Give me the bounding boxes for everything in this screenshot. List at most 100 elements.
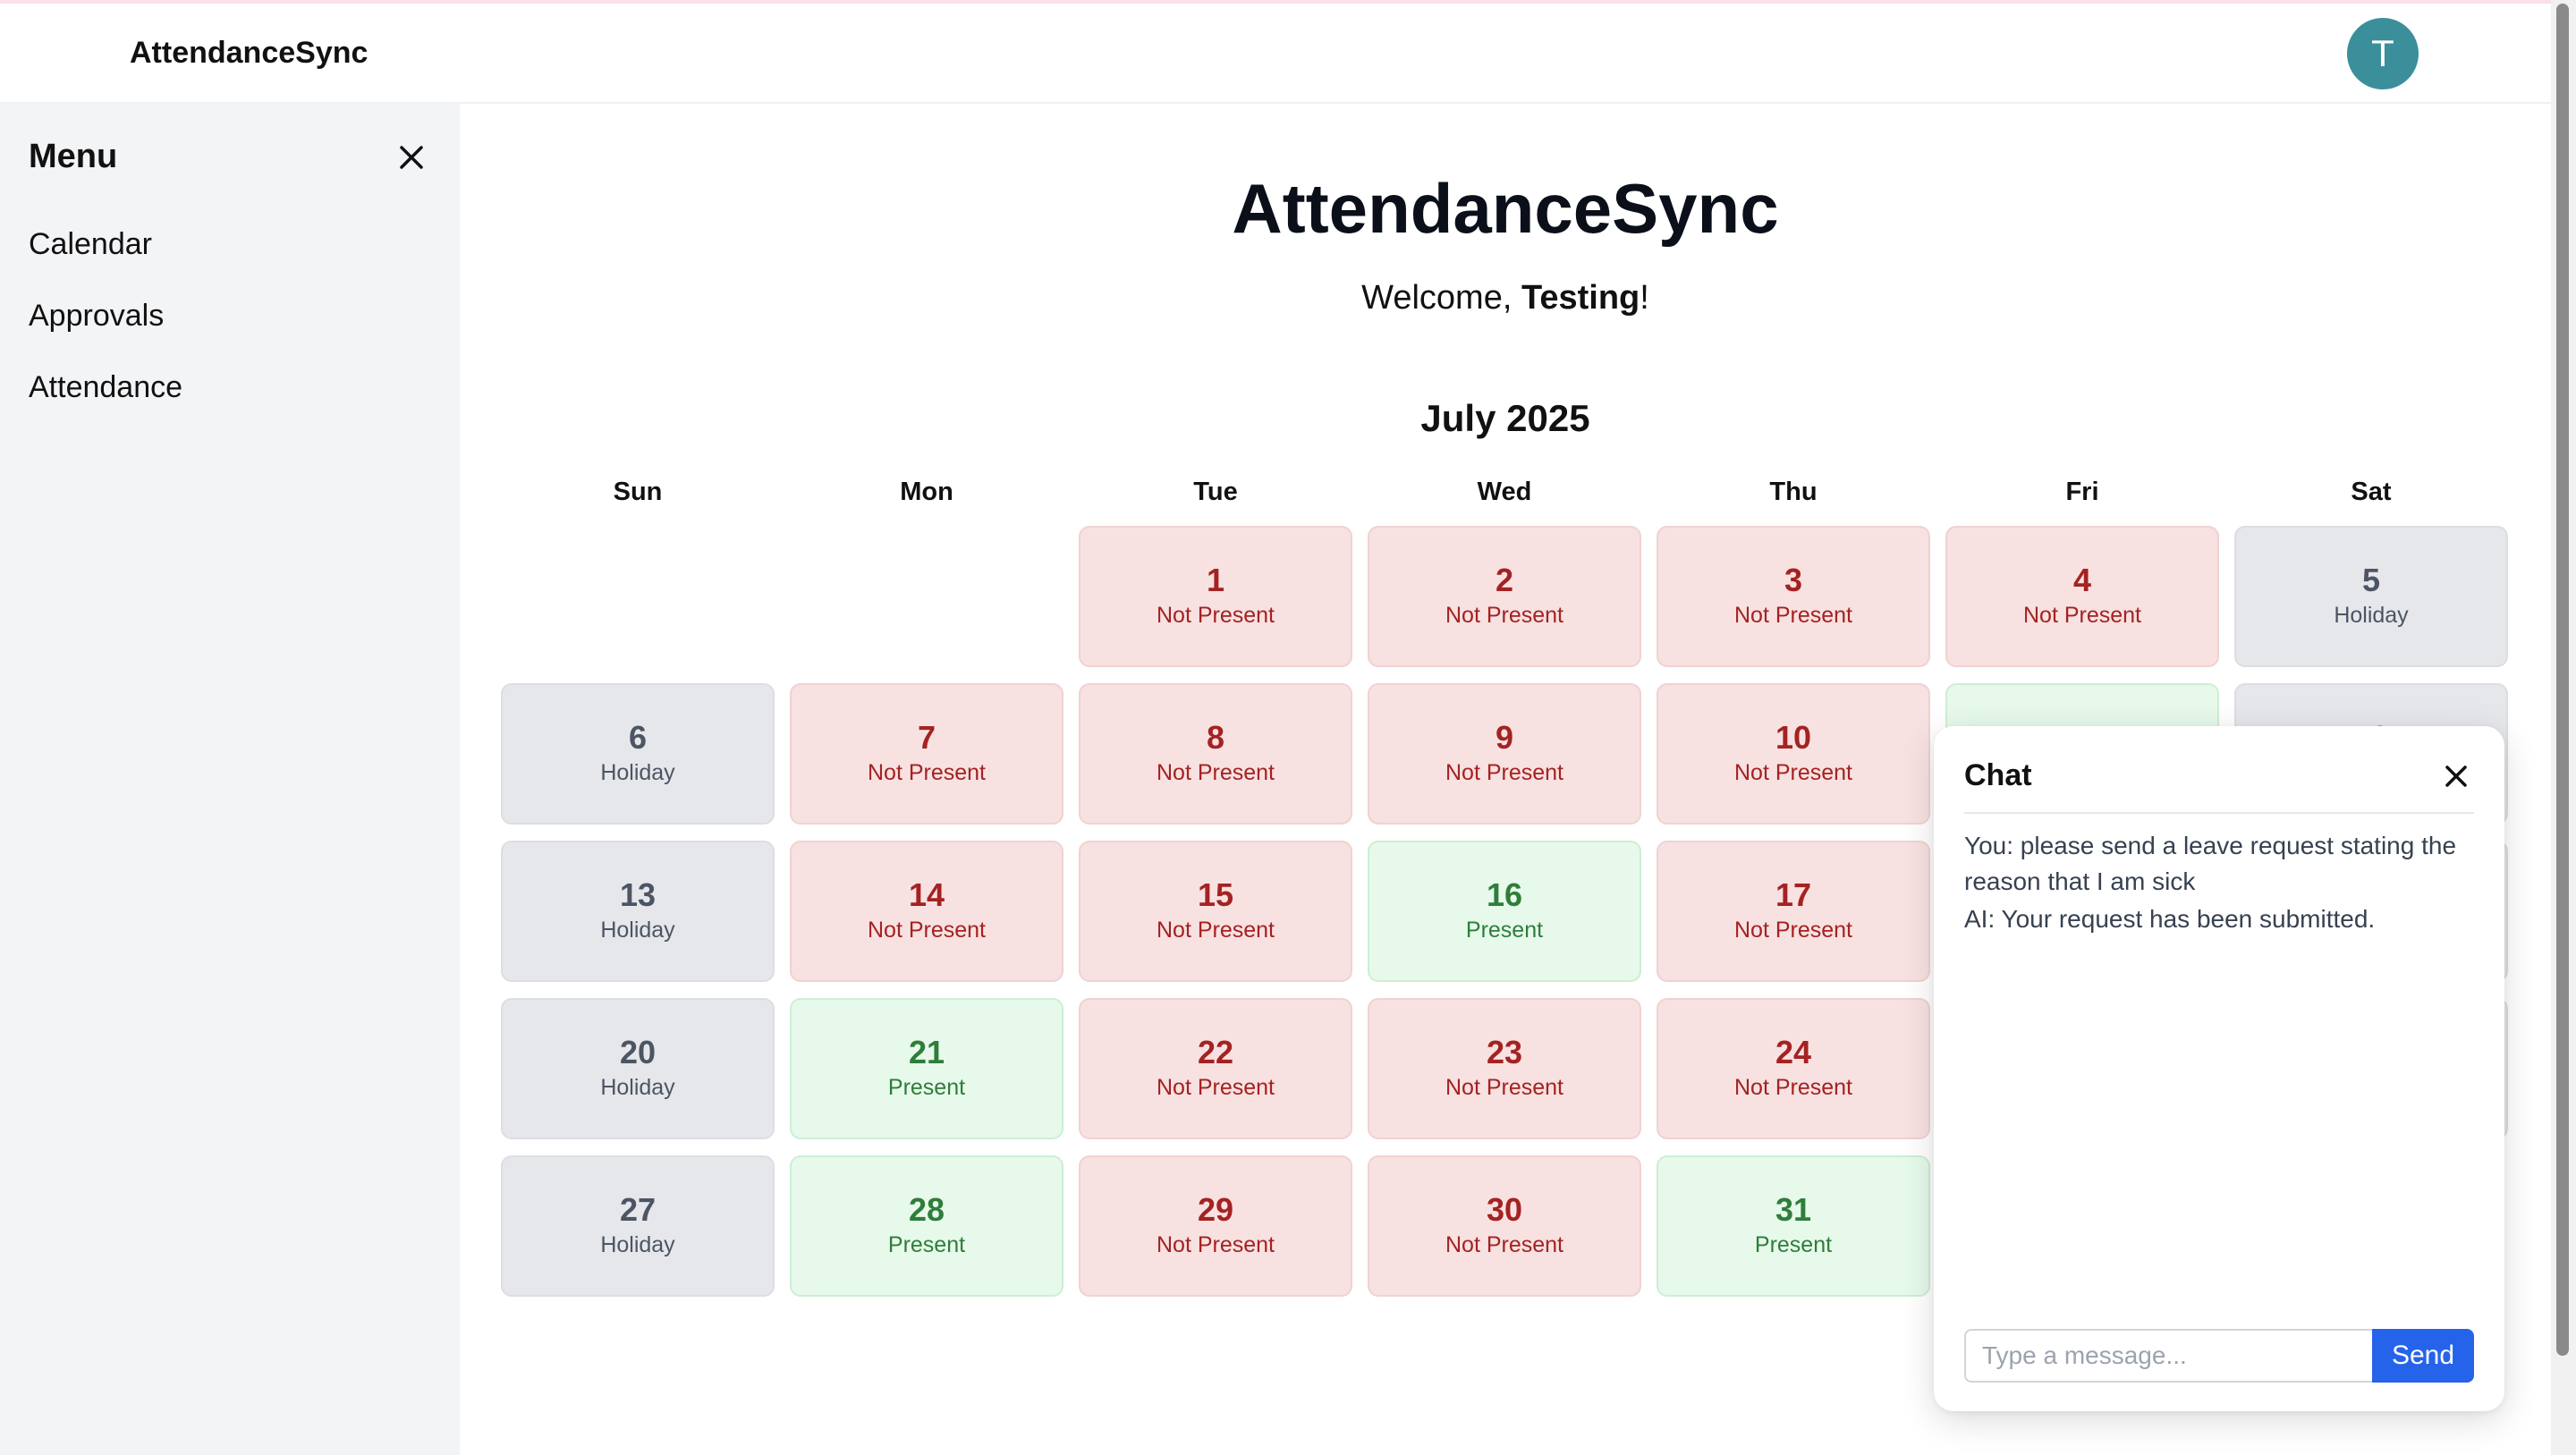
day-status: Not Present xyxy=(1445,760,1563,785)
day-status: Not Present xyxy=(1733,918,1852,943)
day-number: 16 xyxy=(1486,876,1523,913)
chat-message-ai: AI: Your request has been submitted. xyxy=(1964,905,2376,933)
calendar-day[interactable]: 13 Holiday xyxy=(501,841,775,982)
weekday-header: Wed xyxy=(1477,478,1532,506)
page-scrollbar[interactable] xyxy=(2551,0,2576,1455)
calendar-day[interactable]: 1 Not Present xyxy=(1079,526,1352,667)
brand-name[interactable]: AttendanceSync xyxy=(130,36,368,71)
calendar-day[interactable]: 27 Holiday xyxy=(501,1155,775,1297)
day-number: 29 xyxy=(1197,1191,1234,1228)
calendar-day[interactable]: 3 Not Present xyxy=(1657,526,1930,667)
day-number: 30 xyxy=(1486,1191,1523,1228)
day-status: Not Present xyxy=(1445,1075,1563,1100)
day-status: Not Present xyxy=(1156,918,1275,943)
day-status: Not Present xyxy=(1156,603,1275,628)
calendar-day[interactable]: 21 Present xyxy=(790,998,1063,1139)
calendar-day[interactable]: 30 Not Present xyxy=(1368,1155,1641,1297)
day-status: Not Present xyxy=(1733,603,1852,628)
day-number: 22 xyxy=(1197,1034,1234,1070)
day-status: Holiday xyxy=(600,1232,675,1257)
day-status: Not Present xyxy=(1445,1232,1563,1257)
user-name: Testing xyxy=(1521,279,1640,317)
day-number: 17 xyxy=(1775,876,1812,913)
day-number: 27 xyxy=(619,1191,657,1228)
calendar-day[interactable]: 2 Not Present xyxy=(1368,526,1641,667)
close-icon[interactable] xyxy=(394,140,429,175)
day-status: Not Present xyxy=(1156,1232,1275,1257)
calendar-day[interactable]: 31 Present xyxy=(1657,1155,1930,1297)
calendar-day[interactable]: 6 Holiday xyxy=(501,683,775,825)
day-status: Present xyxy=(1465,918,1544,943)
scrollbar-thumb[interactable] xyxy=(2556,4,2569,1356)
send-button[interactable]: Send xyxy=(2372,1329,2474,1383)
weekday-header: Thu xyxy=(1769,478,1818,506)
sidebar: Menu Calendar Approvals Attendance xyxy=(0,104,460,1455)
day-status: Not Present xyxy=(1445,603,1563,628)
sidebar-item-approvals[interactable]: Approvals xyxy=(29,299,164,334)
weekday-header: Mon xyxy=(900,478,953,506)
day-status: Present xyxy=(1754,1232,1833,1257)
calendar-day[interactable]: 16 Present xyxy=(1368,841,1641,982)
day-number: 31 xyxy=(1775,1191,1812,1228)
day-number: 8 xyxy=(1206,719,1225,756)
calendar-day[interactable]: 23 Not Present xyxy=(1368,998,1641,1139)
calendar-day[interactable]: 28 Present xyxy=(790,1155,1063,1297)
day-status: Holiday xyxy=(600,1075,675,1100)
calendar-day[interactable]: 4 Not Present xyxy=(1945,526,2219,667)
welcome-message: Welcome, Testing! xyxy=(460,279,2551,317)
day-number: 24 xyxy=(1775,1034,1812,1070)
chat-divider xyxy=(1964,812,2474,814)
calendar-day[interactable]: 7 Not Present xyxy=(790,683,1063,825)
day-number: 1 xyxy=(1206,562,1225,598)
day-number: 9 xyxy=(1495,719,1514,756)
chat-message-input[interactable] xyxy=(1964,1329,2372,1383)
chat-message-user: You: please send a leave request stating… xyxy=(1964,832,2457,895)
day-number: 3 xyxy=(1784,562,1803,598)
sidebar-item-attendance[interactable]: Attendance xyxy=(29,370,182,405)
calendar-day[interactable]: 22 Not Present xyxy=(1079,998,1352,1139)
day-number: 13 xyxy=(619,876,657,913)
calendar-day[interactable]: 17 Not Present xyxy=(1657,841,1930,982)
calendar-day[interactable]: 29 Not Present xyxy=(1079,1155,1352,1297)
calendar-day[interactable]: 5 Holiday xyxy=(2234,526,2508,667)
day-number: 5 xyxy=(2361,562,2381,598)
day-status: Present xyxy=(887,1075,966,1100)
welcome-prefix: Welcome, xyxy=(1361,279,1521,317)
calendar-day[interactable]: 9 Not Present xyxy=(1368,683,1641,825)
chat-title: Chat xyxy=(1964,758,2032,792)
calendar-day[interactable]: 15 Not Present xyxy=(1079,841,1352,982)
avatar-letter: T xyxy=(2371,32,2394,74)
page-title: AttendanceSync xyxy=(1232,169,1779,248)
day-status: Not Present xyxy=(1733,1075,1852,1100)
day-status: Holiday xyxy=(600,760,675,785)
day-number: 10 xyxy=(1775,719,1812,756)
top-bar: AttendanceSync T xyxy=(0,4,2551,104)
sidebar-item-calendar[interactable]: Calendar xyxy=(29,227,152,262)
day-number: 21 xyxy=(908,1034,945,1070)
chat-close-icon[interactable] xyxy=(2440,760,2472,792)
calendar-day[interactable]: 8 Not Present xyxy=(1079,683,1352,825)
user-avatar[interactable]: T xyxy=(2347,18,2419,89)
day-status: Holiday xyxy=(2334,603,2409,628)
day-status: Not Present xyxy=(867,918,986,943)
day-number: 23 xyxy=(1486,1034,1523,1070)
day-status: Not Present xyxy=(2022,603,2141,628)
month-label: July 2025 xyxy=(1420,397,1590,439)
day-number: 6 xyxy=(628,719,648,756)
day-number: 7 xyxy=(917,719,936,756)
calendar-day[interactable]: 20 Holiday xyxy=(501,998,775,1139)
welcome-suffix: ! xyxy=(1640,279,1649,317)
day-status: Present xyxy=(887,1232,966,1257)
day-status: Not Present xyxy=(867,760,986,785)
calendar-day[interactable]: 24 Not Present xyxy=(1657,998,1930,1139)
day-status: Holiday xyxy=(600,918,675,943)
day-number: 15 xyxy=(1197,876,1234,913)
calendar-day[interactable]: 10 Not Present xyxy=(1657,683,1930,825)
day-number: 20 xyxy=(619,1034,657,1070)
weekday-header: Sun xyxy=(613,478,663,506)
day-status: Not Present xyxy=(1156,760,1275,785)
day-status: Not Present xyxy=(1156,1075,1275,1100)
weekday-header: Tue xyxy=(1193,478,1238,506)
day-number: 4 xyxy=(2072,562,2092,598)
calendar-day[interactable]: 14 Not Present xyxy=(790,841,1063,982)
